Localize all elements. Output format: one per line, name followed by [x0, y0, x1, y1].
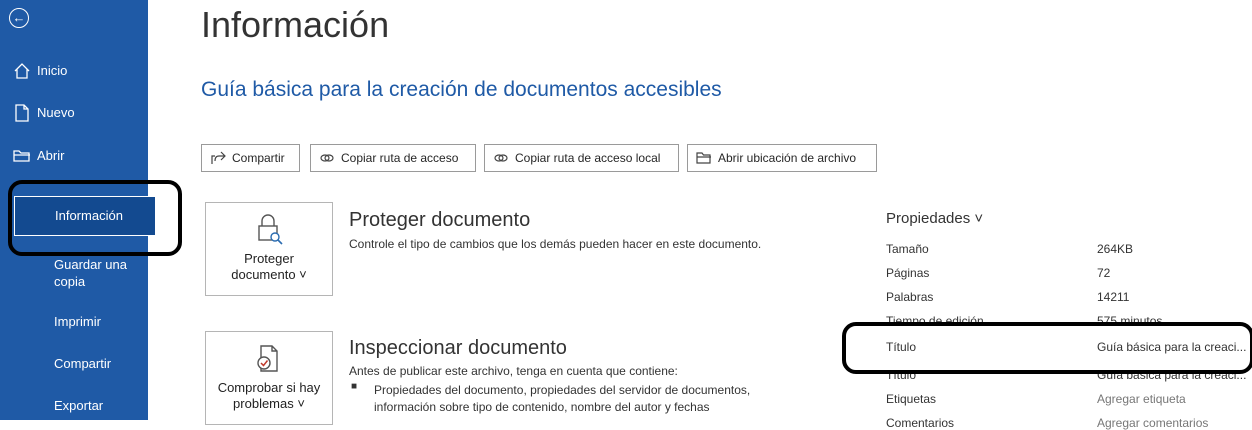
sidebar-item-guardar-copia[interactable]: Guardar una copia — [0, 255, 148, 291]
properties-heading[interactable]: Propiedades ˅ — [886, 210, 983, 227]
copy-path-button[interactable]: Copiar ruta de acceso — [310, 144, 476, 172]
button-label: problemas ˅ — [233, 396, 305, 411]
page-title: Información — [201, 4, 390, 45]
share-button[interactable]: Compartir — [201, 144, 300, 172]
sidebar-item-nuevo[interactable]: Nuevo — [0, 104, 148, 124]
property-value-size: 264KB — [1097, 242, 1134, 256]
button-label: Compartir — [232, 151, 285, 165]
add-tag-field[interactable]: Agregar etiqueta — [1097, 392, 1186, 406]
new-document-icon — [15, 104, 29, 122]
inspect-section-title: Inspeccionar documento — [349, 337, 567, 359]
bullet-icon: ■ — [351, 381, 358, 392]
sidebar-item-label: Nuevo — [37, 105, 75, 120]
button-label: Copiar ruta de acceso — [341, 151, 459, 165]
copy-local-path-button[interactable]: Copiar ruta de acceso local — [484, 144, 679, 172]
property-label-title-highlighted: Título — [886, 340, 917, 354]
sidebar-item-label: Abrir — [37, 148, 65, 163]
sidebar-item-compartir[interactable]: Compartir — [0, 355, 148, 375]
property-value-words: 14211 — [1097, 290, 1130, 304]
sidebar-item-label: Exportar — [54, 398, 104, 413]
property-label-words: Palabras — [886, 290, 934, 304]
property-label-pages: Páginas — [886, 266, 930, 280]
link-icon — [320, 154, 334, 162]
home-icon — [14, 63, 30, 79]
highlight-annotation — [8, 180, 182, 256]
protect-document-button[interactable]: Proteger documento ˅ — [205, 202, 333, 296]
property-label-comments: Comentarios — [886, 416, 955, 430]
property-value-pages: 72 — [1097, 266, 1111, 280]
sidebar-item-label: Guardar una copia — [54, 257, 127, 289]
folder-icon — [13, 150, 30, 162]
share-icon — [211, 151, 226, 164]
document-check-icon — [257, 345, 278, 372]
property-value-title-highlighted[interactable]: Guía básica para la creaci... — [1097, 340, 1246, 354]
add-comments-field[interactable]: Agregar comentarios — [1097, 416, 1208, 430]
back-arrow-icon[interactable]: ← — [9, 8, 29, 28]
folder-icon — [696, 152, 711, 164]
document-title: Guía básica para la creación de document… — [201, 78, 722, 101]
sidebar-item-inicio[interactable]: Inicio — [0, 62, 148, 82]
protect-section-title: Proteger documento — [349, 209, 531, 231]
sidebar-item-label: Compartir — [54, 356, 112, 371]
button-label: documento ˅ — [231, 267, 307, 282]
sidebar-item-abrir[interactable]: Abrir — [0, 147, 148, 167]
sidebar-item-label: Inicio — [37, 63, 68, 78]
button-label: Abrir ubicación de archivo — [718, 151, 857, 165]
inspect-section-desc: Antes de publicar este archivo, tenga en… — [349, 364, 678, 378]
link-icon — [494, 154, 508, 162]
sidebar-item-exportar[interactable]: Exportar — [0, 397, 148, 417]
check-issues-button[interactable]: Comprobar si hay problemas ˅ — [205, 331, 333, 425]
button-label: Copiar ruta de acceso local — [515, 151, 661, 165]
button-label: Comprobar si hay — [217, 380, 321, 395]
sidebar-item-imprimir[interactable]: Imprimir — [0, 313, 148, 333]
property-label-size: Tamaño — [886, 242, 929, 256]
open-file-location-button[interactable]: Abrir ubicación de archivo — [687, 144, 877, 172]
sidebar-item-label: Imprimir — [54, 314, 101, 329]
button-label: Proteger — [244, 251, 294, 266]
protect-section-desc: Controle el tipo de cambios que los demá… — [349, 237, 762, 251]
lock-icon — [258, 214, 283, 245]
inspect-bullet-item: Propiedades del documento, propiedades d… — [374, 383, 751, 414]
property-label-tags: Etiquetas — [886, 392, 937, 406]
